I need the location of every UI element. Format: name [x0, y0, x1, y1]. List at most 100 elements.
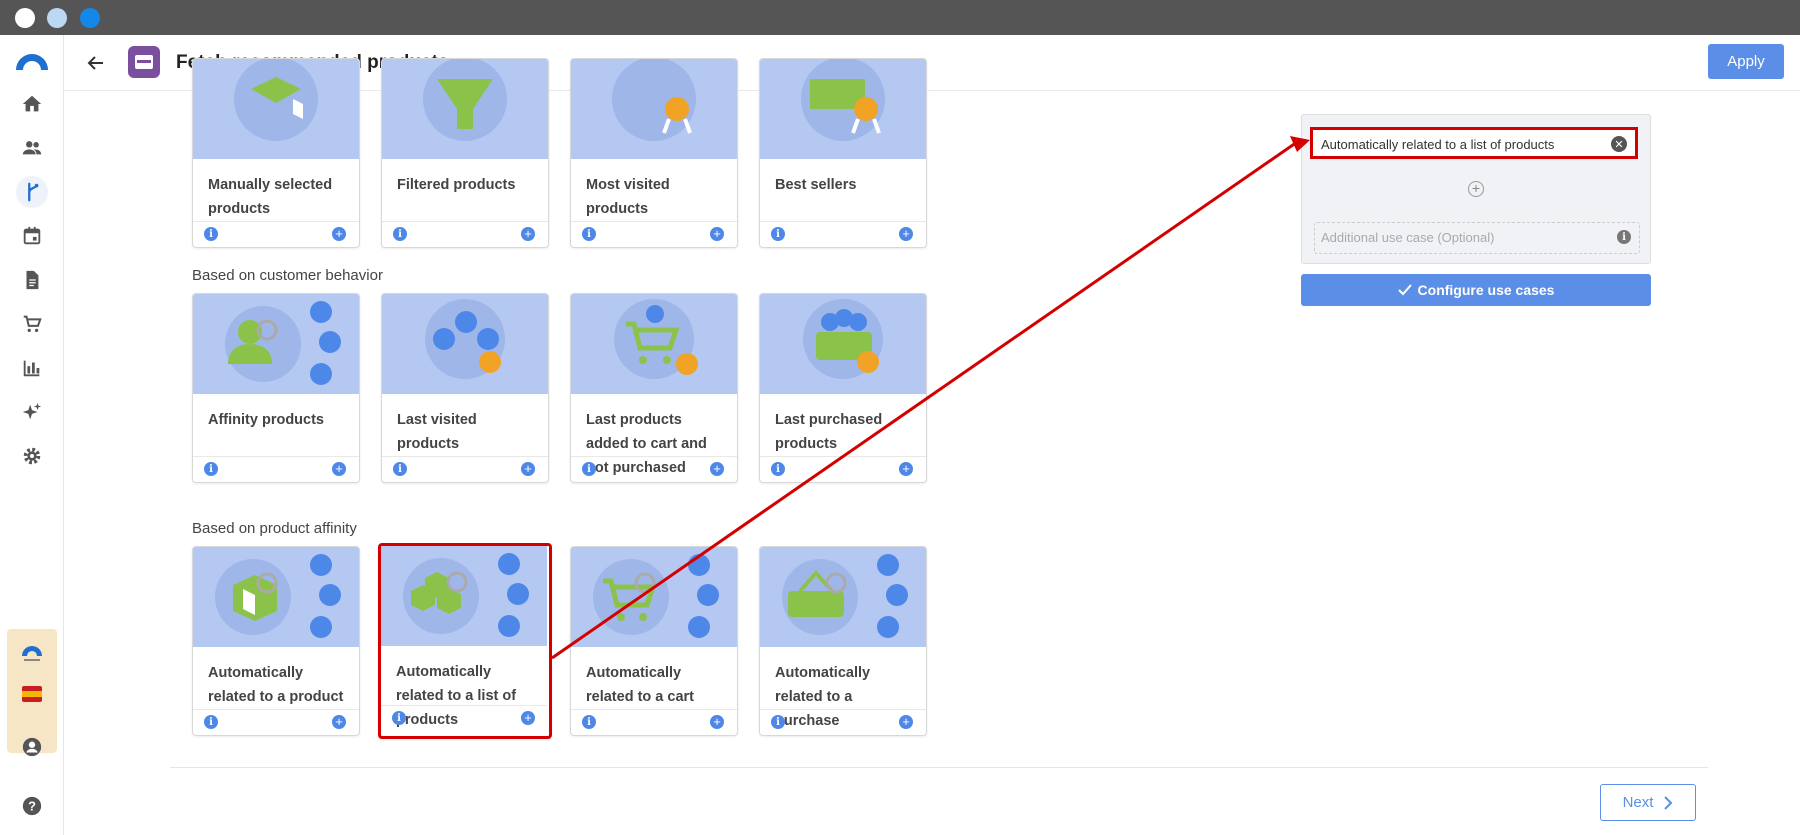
card-divider — [760, 456, 926, 457]
configure-use-cases-label: Configure use cases — [1417, 282, 1555, 298]
card-related-to-cart[interactable]: Automatically related to a cart i + — [570, 546, 738, 736]
info-icon[interactable]: i — [582, 715, 596, 729]
info-icon[interactable]: i — [771, 227, 785, 241]
card-illustration — [760, 294, 926, 394]
additional-use-case-field[interactable]: Additional use case (Optional) i — [1314, 222, 1640, 254]
flag-icon — [22, 686, 42, 702]
card-affinity-products[interactable]: Affinity products i + — [192, 293, 360, 483]
sidebar-document-icon[interactable] — [16, 264, 48, 296]
sidebar-chart-icon[interactable] — [16, 352, 48, 384]
window-titlebar — [0, 0, 1800, 35]
card-illustration — [193, 547, 359, 647]
card-title: Last products added to cart and not purc… — [586, 412, 707, 476]
add-use-case-icon[interactable]: + — [1468, 181, 1484, 197]
add-icon[interactable]: + — [521, 711, 535, 725]
card-title: Affinity products — [208, 412, 324, 428]
window-maximize-button[interactable] — [80, 8, 100, 28]
section-label-customer-behavior: Based on customer behavior — [192, 267, 383, 284]
card-illustration — [381, 546, 547, 646]
configure-use-cases-button[interactable]: Configure use cases — [1301, 274, 1651, 306]
card-title: Last purchased products — [775, 412, 883, 452]
sidebar-people-icon[interactable] — [16, 132, 48, 164]
app-logo-icon[interactable] — [14, 53, 50, 71]
sidebar-home-icon[interactable] — [16, 88, 48, 120]
card-title: Automatically related to a list of produ… — [396, 664, 517, 728]
info-icon[interactable]: i — [582, 227, 596, 241]
info-icon[interactable]: i — [204, 227, 218, 241]
clear-use-case-icon[interactable]: ✕ — [1611, 136, 1627, 152]
card-manually-selected[interactable]: Manually selected products i + — [192, 58, 360, 248]
user-account-icon[interactable] — [16, 731, 48, 763]
add-icon[interactable]: + — [332, 715, 346, 729]
card-divider — [193, 709, 359, 710]
info-icon[interactable]: i — [771, 715, 785, 729]
card-illustration — [760, 547, 926, 647]
info-icon[interactable]: i — [393, 227, 407, 241]
sidebar-calendar-icon[interactable] — [16, 220, 48, 252]
sidebar: ? — [0, 35, 64, 835]
card-illustration — [382, 59, 548, 159]
info-icon[interactable]: i — [1617, 230, 1631, 244]
add-icon[interactable]: + — [899, 462, 913, 476]
add-icon[interactable]: + — [899, 715, 913, 729]
selected-use-case-field[interactable]: Automatically related to a list of produ… — [1310, 127, 1638, 159]
card-divider — [571, 709, 737, 710]
sidebar-cart-icon[interactable] — [16, 308, 48, 340]
section-label-product-affinity: Based on product affinity — [192, 520, 357, 537]
svg-text:?: ? — [28, 799, 36, 814]
card-divider — [381, 705, 547, 706]
info-icon[interactable]: i — [582, 462, 596, 476]
selected-use-case-label: Automatically related to a list of produ… — [1321, 137, 1555, 152]
card-divider — [193, 456, 359, 457]
card-divider — [571, 221, 737, 222]
card-best-sellers[interactable]: Best sellers i + — [759, 58, 927, 248]
card-divider — [382, 456, 548, 457]
card-divider — [193, 221, 359, 222]
info-icon[interactable]: i — [393, 462, 407, 476]
card-title: Last visited products — [397, 412, 477, 452]
card-related-to-product[interactable]: Automatically related to a product i + — [192, 546, 360, 736]
card-title: Automatically related to a product — [208, 665, 344, 705]
add-icon[interactable]: + — [710, 227, 724, 241]
sidebar-flows-icon[interactable] — [16, 176, 48, 208]
apply-button[interactable]: Apply — [1708, 44, 1784, 79]
add-icon[interactable]: + — [332, 462, 346, 476]
window-minimize-button[interactable] — [47, 8, 67, 28]
card-illustration — [382, 294, 548, 394]
add-icon[interactable]: + — [710, 715, 724, 729]
sidebar-sparkle-icon[interactable] — [16, 396, 48, 428]
chevron-right-icon — [1664, 795, 1673, 810]
info-icon[interactable]: i — [204, 715, 218, 729]
card-last-purchased[interactable]: Last purchased products i + — [759, 293, 927, 483]
help-icon[interactable]: ? — [16, 790, 48, 822]
card-illustration — [193, 294, 359, 394]
info-icon[interactable]: i — [204, 462, 218, 476]
next-button[interactable]: Next — [1600, 784, 1696, 821]
card-divider — [760, 709, 926, 710]
add-icon[interactable]: + — [521, 227, 535, 241]
card-filtered[interactable]: Filtered products i + — [381, 58, 549, 248]
sidebar-settings-icon[interactable] — [16, 440, 48, 472]
back-arrow-icon[interactable] — [82, 49, 110, 77]
card-last-visited[interactable]: Last visited products i + — [381, 293, 549, 483]
window-close-button[interactable] — [15, 8, 35, 28]
promo-logo-icon — [22, 646, 42, 661]
card-related-to-purchase[interactable]: Automatically related to a purchase i + — [759, 546, 927, 736]
info-icon[interactable]: i — [771, 462, 785, 476]
card-title: Filtered products — [397, 177, 516, 193]
use-case-panel: Automatically related to a list of produ… — [1301, 114, 1651, 264]
add-icon[interactable]: + — [899, 227, 913, 241]
card-illustration — [571, 547, 737, 647]
card-most-visited[interactable]: Most visited products i + — [570, 58, 738, 248]
add-icon[interactable]: + — [710, 462, 724, 476]
card-divider — [382, 221, 548, 222]
card-title: Manually selected products — [208, 177, 333, 217]
card-title: Most visited products — [586, 177, 670, 217]
checkmark-icon — [1397, 284, 1412, 296]
card-related-to-list-of-products[interactable]: Automatically related to a list of produ… — [378, 543, 552, 739]
node-type-icon — [128, 46, 160, 78]
card-last-added-to-cart[interactable]: Last products added to cart and not purc… — [570, 293, 738, 483]
add-icon[interactable]: + — [521, 462, 535, 476]
info-icon[interactable]: i — [392, 711, 406, 725]
add-icon[interactable]: + — [332, 227, 346, 241]
